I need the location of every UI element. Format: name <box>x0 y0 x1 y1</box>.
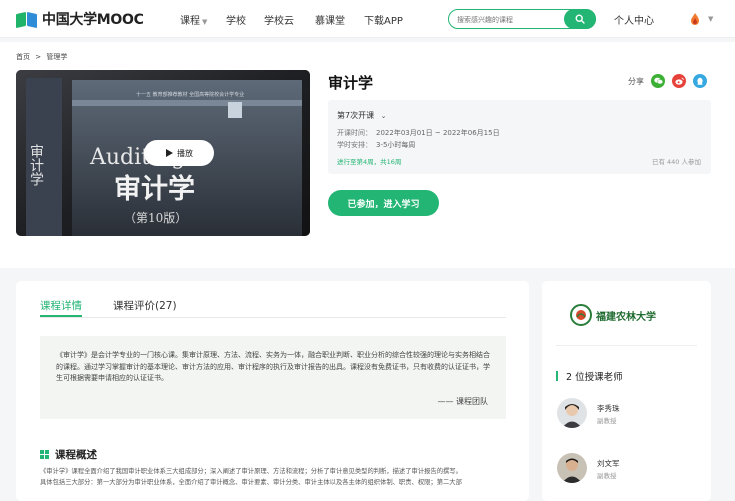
intro-quote-text: 《审计学》是会计学专业的一门核心课。集审计原理、方法、流程、实务为一体，融合职业… <box>56 351 490 382</box>
breadcrumb-separator: > <box>35 53 42 61</box>
share-label: 分享 <box>628 77 644 86</box>
breadcrumb-home[interactable]: 首页 <box>16 53 30 61</box>
cover-series-text: 十一五 教育部推荐教材 全国高等院校会计学专业 <box>136 91 244 98</box>
chevron-down-icon: ▼ <box>202 18 208 26</box>
school-teachers-card: 福建农林大学 2 位授课老师 李秀珠 副教授 刘文军 副教授 <box>542 281 711 501</box>
wechat-share-icon[interactable] <box>651 74 665 88</box>
side-divider <box>556 345 697 346</box>
tab-course-reviews[interactable]: 课程评价(27) <box>113 298 177 313</box>
nav-schools[interactable]: 学校 <box>226 12 246 27</box>
teacher-avatar[interactable] <box>557 398 587 428</box>
user-avatar[interactable] <box>688 11 702 25</box>
tab-divider <box>40 317 506 318</box>
term-selector[interactable]: 第7次开课 ⌄ <box>337 110 387 121</box>
grid-icon <box>40 450 49 459</box>
cover-spine-title: 审计学 <box>28 144 44 186</box>
heading-bar <box>556 371 558 381</box>
teacher-role: 副教授 <box>597 472 617 480</box>
nav-mooc-class[interactable]: 慕课堂 <box>315 12 345 27</box>
overview-title: 课程概述 <box>55 449 97 461</box>
school-emblem-icon <box>570 304 592 326</box>
overview-line: 具体包括三大部分：第一大部分为审计职业体系，全面介绍了审计概念、审计要素、审计分… <box>40 479 462 486</box>
schedule-value: 2022年03月01日 ~ 2022年06月15日 <box>376 129 500 137</box>
logo-icon <box>16 11 38 28</box>
teacher-photo <box>557 398 587 428</box>
qq-icon <box>697 77 703 85</box>
flame-avatar-icon <box>691 13 699 25</box>
avatar-menu-chevron[interactable]: ▼ <box>706 13 713 24</box>
enrollment-count: 已有 440 人参加 <box>651 158 701 166</box>
teachers-title: 2 位授课老师 <box>566 372 623 383</box>
qq-share-icon[interactable] <box>693 74 707 88</box>
workload-value: 3-5小时每周 <box>376 141 416 149</box>
nav-download-app[interactable]: 下载APP <box>364 12 403 27</box>
wechat-icon <box>653 77 663 85</box>
logo-text: 中国大学MOOC <box>42 12 144 28</box>
mooc-logo[interactable]: 中国大学MOOC <box>16 9 144 29</box>
search-input[interactable] <box>457 12 557 27</box>
weibo-icon <box>674 77 684 85</box>
nav-school-cloud[interactable]: 学校云 <box>264 12 294 27</box>
workload-line: 学时安排： 3-5小时每周 <box>337 140 415 150</box>
schedule-line: 开课时间： 2022年03月01日 ~ 2022年06月15日 <box>337 128 500 138</box>
cover-chinese-title: 审计学 <box>114 173 195 205</box>
teachers-heading: 2 位授课老师 <box>556 369 623 383</box>
teacher-photo <box>557 453 587 483</box>
play-button[interactable]: 播放 <box>144 140 214 166</box>
overview-line: 《审计学》课程全面介绍了我国审计职业体系三大组成部分；深入阐述了审计原理、方法和… <box>40 468 462 475</box>
tab-course-details[interactable]: 课程详情 <box>40 298 82 313</box>
overview-heading: 课程概述 <box>40 447 97 462</box>
course-info-box: 第7次开课 ⌄ 开课时间： 2022年03月01日 ~ 2022年06月15日 学… <box>328 100 711 174</box>
schedule-label: 开课时间： <box>337 129 372 137</box>
play-icon <box>166 149 173 157</box>
intro-quote-box: 《审计学》是会计学专业的一门核心课。集审计原理、方法、流程、实务为一体，融合职业… <box>40 336 506 419</box>
course-detail-card: 课程详情 课程评价(27) 《审计学》是会计学专业的一门核心课。集审计原理、方法… <box>16 281 529 501</box>
top-header: 中国大学MOOC 课程▼ 学校 学校云 慕课堂 下载APP 个人中心 ▼ <box>0 0 735 38</box>
teacher-name[interactable]: 刘文军 <box>597 458 620 469</box>
term-label: 第7次开课 <box>337 111 375 120</box>
chevron-down-icon: ▼ <box>708 15 714 23</box>
course-video-player[interactable]: 十一五 教育部推荐教材 全国高等院校会计学专业 Auditing 审计学 （第1… <box>16 70 310 236</box>
progress-text: 进行至第4周，共16周 <box>337 158 402 166</box>
intro-quote-author: —— 课程团队 <box>437 397 488 406</box>
overview-text: 《审计学》课程全面介绍了我国审计职业体系三大组成部分；深入阐述了审计原理、方法和… <box>40 466 506 488</box>
cover-edition: （第10版） <box>124 211 187 225</box>
weibo-share-icon[interactable] <box>672 74 686 88</box>
search-bar <box>448 9 596 29</box>
teacher-name[interactable]: 李秀珠 <box>597 403 620 414</box>
workload-label: 学时安排： <box>337 141 372 149</box>
search-button[interactable] <box>564 9 596 29</box>
teacher-role: 副教授 <box>597 417 617 425</box>
course-title: 审计学 <box>328 74 374 92</box>
enter-study-button[interactable]: 已参加，进入学习 <box>328 190 439 216</box>
school-name: 福建农林大学 <box>596 311 656 323</box>
user-center-link[interactable]: 个人中心 <box>614 12 654 27</box>
breadcrumb-category[interactable]: 管理学 <box>46 53 67 61</box>
school-logo[interactable]: 福建农林大学 <box>570 299 684 331</box>
active-tab-indicator <box>40 315 82 317</box>
play-label: 播放 <box>177 148 193 158</box>
nav-courses-label: 课程 <box>180 16 200 27</box>
search-icon <box>575 14 585 24</box>
teacher-avatar[interactable] <box>557 453 587 483</box>
breadcrumb: 首页 > 管理学 <box>16 52 67 62</box>
nav-courses[interactable]: 课程 ▼ <box>180 12 207 27</box>
chevron-down-icon: ⌄ <box>380 112 387 120</box>
